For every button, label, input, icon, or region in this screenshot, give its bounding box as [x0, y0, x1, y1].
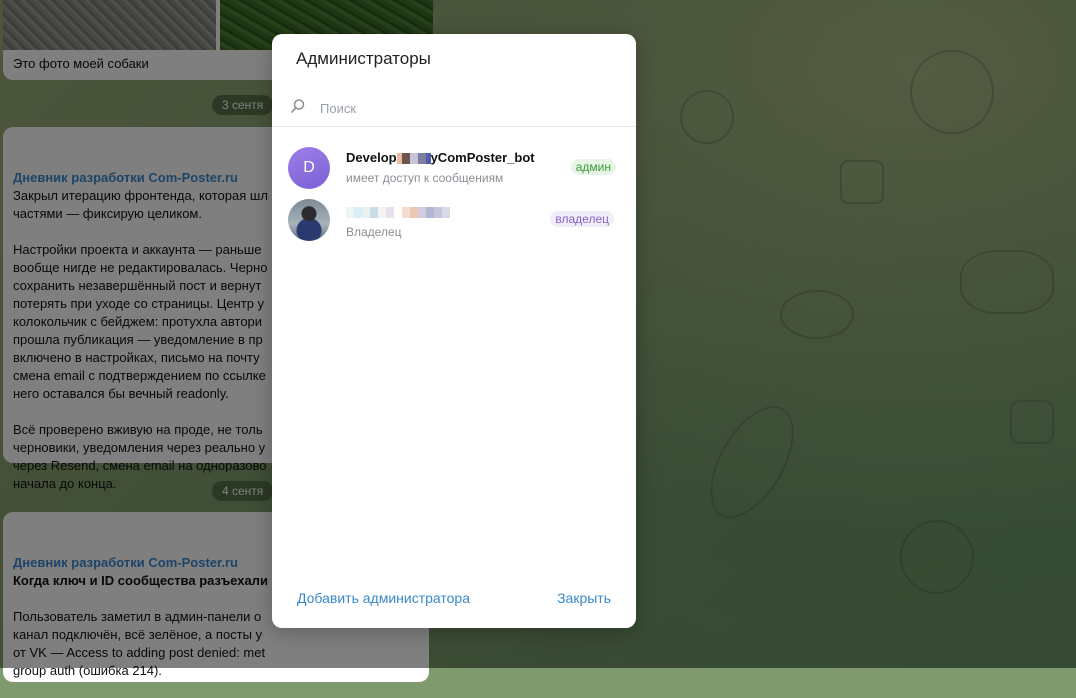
close-button[interactable]: Закрыть	[557, 590, 611, 606]
admin-status: имеет доступ к сообщениям	[346, 171, 504, 185]
administrators-dialog: Администраторы D Develop yComPoster_bot и…	[272, 34, 636, 628]
add-admin-button[interactable]: Добавить администратора	[297, 590, 470, 606]
admin-row[interactable]: Владелец владелец	[272, 193, 636, 249]
admin-name	[346, 204, 450, 219]
avatar	[288, 199, 330, 241]
admin-name-start: Develop	[346, 150, 397, 165]
role-badge: владелец	[550, 211, 614, 227]
redacted-blur	[396, 150, 431, 165]
search-icon	[291, 99, 305, 113]
admin-status: Владелец	[346, 225, 402, 239]
admin-name-end: yComPoster_bot	[430, 150, 535, 165]
dialog-title: Администраторы	[296, 49, 431, 68]
redacted-blur	[346, 204, 450, 219]
role-badge: админ	[570, 159, 616, 175]
search-bar	[272, 90, 636, 127]
admin-row[interactable]: D Develop yComPoster_bot имеет доступ к с…	[272, 137, 636, 193]
avatar: D	[288, 147, 330, 189]
search-input[interactable]	[318, 95, 612, 121]
admin-name: Develop yComPoster_bot	[346, 150, 535, 165]
